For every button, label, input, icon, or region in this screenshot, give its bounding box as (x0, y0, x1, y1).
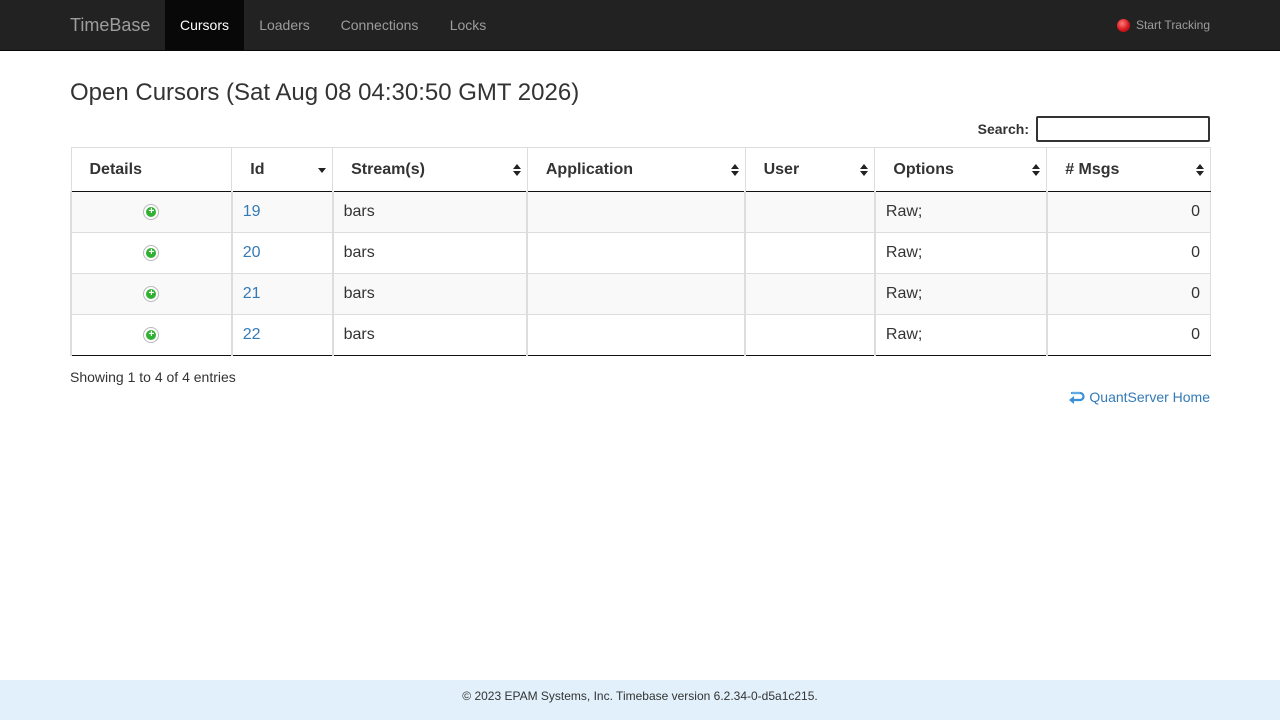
id-cell: 19 (230, 191, 334, 233)
expand-plus-icon[interactable] (143, 244, 160, 261)
column-header-details: Details (70, 147, 233, 192)
column-header-streams[interactable]: Stream(s) (332, 147, 528, 192)
msgs-cell: 0 (1045, 273, 1211, 315)
column-header-id[interactable]: Id (231, 147, 334, 192)
id-cell: 20 (230, 232, 334, 274)
start-tracking-button[interactable]: Start Tracking (1116, 0, 1210, 50)
table-header-row: Details Id Stream(s) Application User Op… (70, 147, 1211, 192)
application-cell (526, 314, 746, 356)
streams-cell: bars (331, 314, 528, 356)
cursors-table: Details Id Stream(s) Application User Op… (70, 147, 1211, 356)
page-footer: © 2023 EPAM Systems, Inc. Timebase versi… (0, 680, 1280, 720)
msgs-cell: 0 (1045, 232, 1211, 274)
details-cell[interactable] (70, 314, 233, 356)
sort-both-icon (730, 163, 739, 176)
footer-text: © 2023 EPAM Systems, Inc. Timebase versi… (462, 689, 818, 703)
cursor-id-link[interactable]: 20 (243, 244, 261, 261)
options-cell: Raw; (873, 191, 1048, 233)
top-navbar: TimeBase Cursors Loaders Connections Loc… (0, 0, 1280, 51)
cursor-id-link[interactable]: 22 (243, 326, 261, 343)
table-row: 22 bars Raw; 0 (70, 314, 1211, 356)
search-input[interactable] (1036, 116, 1210, 142)
user-cell (744, 273, 876, 315)
options-cell: Raw; (873, 232, 1048, 274)
expand-plus-icon[interactable] (143, 326, 160, 343)
nav-locks[interactable]: Locks (434, 0, 502, 50)
user-cell (744, 314, 876, 356)
id-cell: 21 (230, 273, 334, 315)
sort-both-icon (1032, 163, 1041, 176)
quantserver-home-label: QuantServer Home (1089, 389, 1210, 405)
application-cell (526, 232, 746, 274)
cursor-id-link[interactable]: 21 (243, 285, 261, 302)
application-cell (526, 273, 746, 315)
nav-connections[interactable]: Connections (325, 0, 434, 50)
streams-cell: bars (331, 191, 528, 233)
nav-cursors[interactable]: Cursors (165, 0, 244, 50)
streams-cell: bars (331, 232, 528, 274)
details-cell[interactable] (70, 273, 233, 315)
user-cell (744, 191, 876, 233)
search-label: Search: (977, 121, 1029, 137)
record-icon (1116, 18, 1130, 32)
details-cell[interactable] (70, 232, 233, 274)
expand-plus-icon[interactable] (143, 203, 160, 220)
details-cell[interactable] (70, 191, 233, 233)
options-cell: Raw; (873, 314, 1048, 356)
sort-both-icon (1196, 163, 1204, 176)
sort-both-icon (860, 163, 869, 176)
column-header-msgs[interactable]: # Msgs (1046, 147, 1211, 192)
msgs-cell: 0 (1045, 314, 1211, 356)
search-box: Search: (978, 116, 1210, 142)
table-row: 21 bars Raw; 0 (70, 273, 1211, 315)
cursor-id-link[interactable]: 19 (243, 203, 261, 220)
return-arrow-icon (1069, 391, 1085, 404)
sort-desc-icon (318, 167, 327, 173)
msgs-cell: 0 (1045, 191, 1211, 233)
streams-cell: bars (331, 273, 528, 315)
start-tracking-label: Start Tracking (1135, 18, 1210, 32)
application-cell (526, 191, 746, 233)
user-cell (744, 232, 876, 274)
page-title: Open Cursors (Sat Aug 08 04:30:50 GMT 20… (70, 79, 580, 106)
sort-both-icon (512, 163, 521, 176)
nav-loaders[interactable]: Loaders (244, 0, 325, 50)
table-row: 19 bars Raw; 0 (70, 191, 1211, 233)
id-cell: 22 (230, 314, 334, 356)
table-row: 20 bars Raw; 0 (70, 232, 1211, 274)
brand-logo[interactable]: TimeBase (70, 0, 150, 50)
options-cell: Raw; (873, 273, 1048, 315)
column-header-options[interactable]: Options (874, 147, 1048, 192)
expand-plus-icon[interactable] (143, 285, 160, 302)
column-header-application[interactable]: Application (526, 147, 746, 192)
quantserver-home-link[interactable]: QuantServer Home (1068, 389, 1210, 405)
column-header-user[interactable]: User (744, 147, 876, 192)
table-info: Showing 1 to 4 of 4 entries (70, 369, 236, 385)
